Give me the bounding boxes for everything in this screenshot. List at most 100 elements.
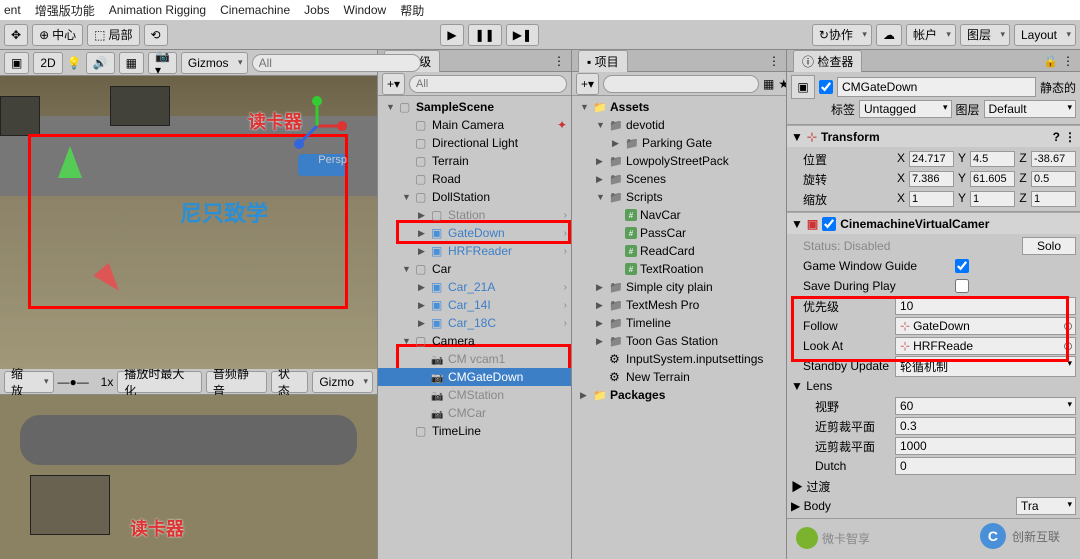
saveplay-checkbox[interactable] (955, 279, 969, 293)
tree-item-hrfreader[interactable]: ▶HRFReader› (378, 242, 571, 260)
panel-menu-icon[interactable]: ⋮ (768, 54, 780, 68)
scl-x-field[interactable] (909, 191, 954, 207)
tree-item-cmcar[interactable]: CMCar (378, 404, 571, 422)
layout-dropdown[interactable]: Layout (1014, 24, 1076, 46)
menu-window[interactable]: Window (344, 3, 387, 17)
hand-tool[interactable]: ✥ (4, 24, 28, 46)
mute-button[interactable]: 音频静音 (206, 371, 267, 393)
tree-item-textmesh-pro[interactable]: ▶TextMesh Pro (572, 296, 786, 314)
gizmos-dropdown[interactable]: Gizmos (181, 52, 248, 74)
camera-button[interactable]: 📷▾ (148, 52, 177, 74)
follow-field[interactable]: ⊹GateDown (895, 317, 1076, 335)
rot-x-field[interactable] (909, 171, 954, 187)
pause-button[interactable]: ❚❚ (468, 24, 502, 46)
tree-item-car[interactable]: ▼Car (378, 260, 571, 278)
tree-item-navcar[interactable]: #NavCar (572, 206, 786, 224)
tree-item-scenes[interactable]: ▶Scenes (572, 170, 786, 188)
expand-icon[interactable]: ▶ (596, 318, 606, 329)
standby-dropdown[interactable]: 轮循机制 (895, 356, 1076, 377)
tree-item-main-camera[interactable]: Main Camera ✦ (378, 116, 571, 134)
tree-item-inputsystem-inputsettings[interactable]: ⚙InputSystem.inputsettings (572, 350, 786, 368)
scl-y-field[interactable] (970, 191, 1015, 207)
pos-x-field[interactable] (909, 151, 954, 167)
chevron-icon[interactable]: › (564, 246, 567, 257)
fx-button[interactable]: ▦ (119, 52, 144, 74)
tree-item-parking-gate[interactable]: ▶Parking Gate (572, 134, 786, 152)
expand-icon[interactable]: ▼ (402, 192, 412, 202)
tree-item-car_21a[interactable]: ▶Car_21A› (378, 278, 571, 296)
near-field[interactable]: 0.3 (895, 417, 1076, 435)
2d-button[interactable]: 2D (33, 52, 62, 74)
chevron-icon[interactable]: › (564, 210, 567, 221)
dutch-field[interactable]: 0 (895, 457, 1076, 475)
expand-icon[interactable]: ▶ (596, 300, 606, 311)
gizmos2-dropdown[interactable]: Gizmo (312, 371, 373, 393)
tree-item-new-terrain[interactable]: ⚙New Terrain (572, 368, 786, 386)
tree-item-dollstation[interactable]: ▼DollStation (378, 188, 571, 206)
layers-dropdown[interactable]: 图层 (960, 24, 1010, 46)
menu-ent[interactable]: ent (4, 3, 21, 17)
audio-button[interactable]: 🔊 (86, 52, 115, 74)
menu-jobs[interactable]: Jobs (304, 3, 329, 17)
tree-item-cmstation[interactable]: CMStation (378, 386, 571, 404)
pos-y-field[interactable] (970, 151, 1015, 167)
expand-icon[interactable]: ▼ (386, 102, 396, 112)
project-tree[interactable]: ▼Assets▼devotid▶Parking Gate▶LowpolyStre… (572, 96, 786, 559)
tree-item-gatedown[interactable]: ▶GateDown› (378, 224, 571, 242)
pos-z-field[interactable] (1031, 151, 1076, 167)
component-menu-icon[interactable]: ⋮ (1064, 130, 1076, 144)
chevron-icon[interactable]: › (564, 282, 567, 293)
expand-icon[interactable]: ▶ (418, 246, 428, 257)
tree-item-car_14i[interactable]: ▶Car_14I› (378, 296, 571, 314)
fov-field[interactable]: 60 (895, 397, 1076, 415)
scene-view[interactable]: Persp 读卡器 尼只致学 (0, 76, 377, 369)
expand-icon[interactable]: ▶ (612, 138, 622, 149)
filter-icon[interactable]: ▦ (763, 77, 774, 91)
tree-item-cmgatedown[interactable]: CMGateDown (378, 368, 571, 386)
rot-y-field[interactable] (970, 171, 1015, 187)
cloud-button[interactable]: ☁ (876, 24, 902, 46)
tree-item-car_18c[interactable]: ▶Car_18C› (378, 314, 571, 332)
tree-item-assets[interactable]: ▼Assets (572, 98, 786, 116)
play-button[interactable]: ▶ (440, 24, 463, 46)
tree-item-lowpolystreetpack[interactable]: ▶LowpolyStreetPack (572, 152, 786, 170)
expand-icon[interactable]: ▼ (402, 264, 412, 274)
zoom-dropdown[interactable]: 缩放 (4, 371, 54, 393)
collab-dropdown[interactable]: ↻ 协作 (812, 24, 872, 46)
tree-item-timeline[interactable]: TimeLine (378, 422, 571, 440)
tree-item-timeline[interactable]: ▶Timeline (572, 314, 786, 332)
project-add-button[interactable]: +▾ (576, 73, 599, 95)
expand-icon[interactable]: ▶ (418, 210, 428, 221)
tree-item-packages[interactable]: ▶Packages (572, 386, 786, 404)
panel-menu-icon[interactable]: ⋮ (553, 54, 565, 68)
foldout-icon[interactable]: ▼ (791, 130, 803, 144)
account-dropdown[interactable]: 帐户 (906, 24, 956, 46)
menu-cinemachine[interactable]: Cinemachine (220, 3, 290, 17)
tree-item-terrain[interactable]: Terrain (378, 152, 571, 170)
tree-item-camera[interactable]: ▼Camera (378, 332, 571, 350)
expand-icon[interactable]: ▶ (596, 336, 606, 347)
help-icon[interactable]: ? (1053, 130, 1060, 144)
menu-enhanced[interactable]: 增强版功能 (35, 2, 95, 19)
expand-icon[interactable]: ▼ (596, 192, 606, 202)
hierarchy-add-button[interactable]: +▾ (382, 73, 405, 95)
gameobject-name-field[interactable] (837, 77, 1036, 97)
lookat-field[interactable]: ⊹HRFReade (895, 337, 1076, 355)
lock-icon[interactable]: 🔒 (1043, 54, 1058, 68)
inspector-tab[interactable]: ⓘ 检查器 (793, 50, 862, 72)
tree-item-directional-light[interactable]: Directional Light (378, 134, 571, 152)
tree-item-simple-city-plain[interactable]: ▶Simple city plain (572, 278, 786, 296)
expand-icon[interactable]: ▼ (580, 102, 590, 112)
tree-item-readcard[interactable]: #ReadCard (572, 242, 786, 260)
vcam-enabled-checkbox[interactable] (822, 217, 836, 231)
expand-icon[interactable]: ▶ (596, 156, 606, 167)
scene-search[interactable] (252, 54, 421, 72)
hierarchy-search[interactable] (409, 75, 567, 93)
layer-dropdown[interactable]: Default (984, 100, 1076, 118)
expand-icon[interactable]: ▶ (596, 174, 606, 185)
chevron-icon[interactable]: › (564, 228, 567, 239)
tree-item-toon-gas-station[interactable]: ▶Toon Gas Station (572, 332, 786, 350)
priority-field[interactable]: 10 (895, 297, 1076, 315)
expand-icon[interactable]: ▼ (596, 120, 606, 130)
tree-item-road[interactable]: Road (378, 170, 571, 188)
